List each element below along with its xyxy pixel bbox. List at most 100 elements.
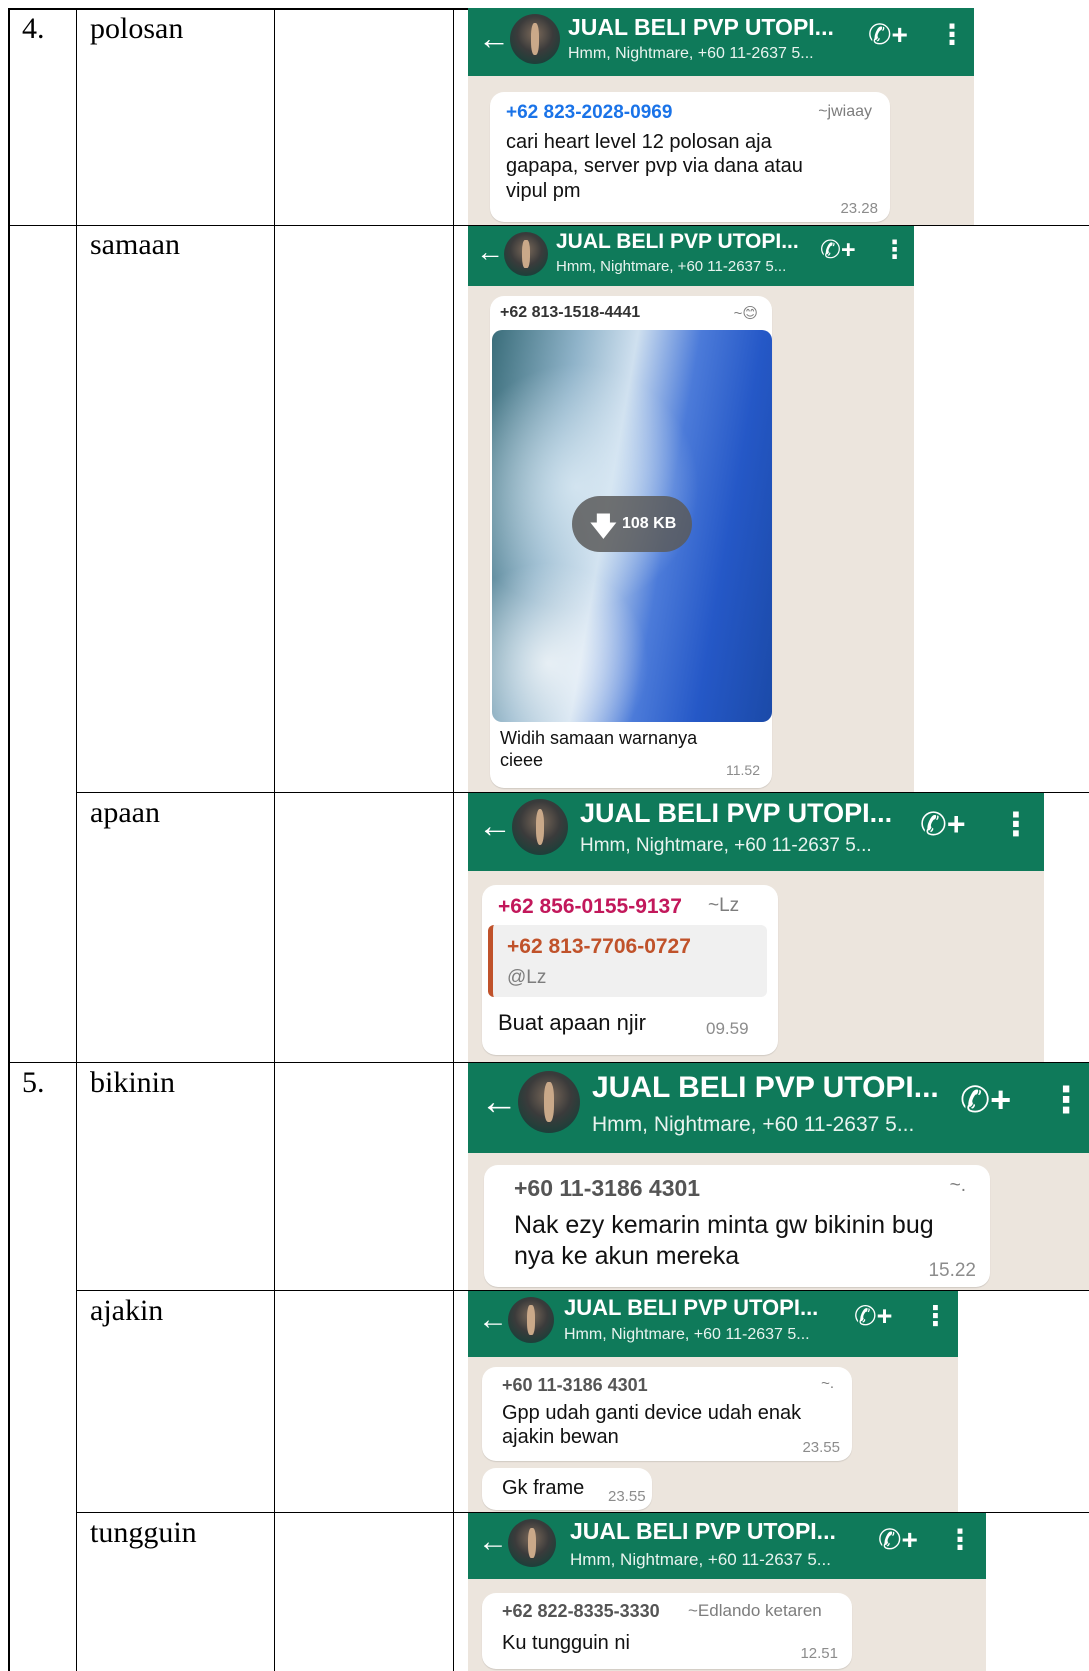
row-number: 4. [22,12,45,45]
message-bubble[interactable]: +62 823-2028-0969 ~jwiaay cari heart lev… [490,92,890,222]
chat-screenshot: ← JUAL BELI PVP UTOPI... Hmm, Nightmare,… [468,793,1044,1062]
chat-screenshot: ← JUAL BELI PVP UTOPI... Hmm, Nightmare,… [468,8,974,225]
arrow-left-icon[interactable]: ← [476,236,504,268]
message-text: Gk frame [502,1477,585,1499]
row-word: samaan [90,228,180,261]
group-title[interactable]: JUAL BELI PVP UTOPI... [568,14,834,41]
message-bubble[interactable]: +62 822-8335-3330 ~Edlando ketaren Ku tu… [482,1593,852,1669]
sender-phone[interactable]: +62 823-2028-0969 [506,102,672,124]
chat-screenshot: ← JUAL BELI PVP UTOPI... Hmm, Nightmare,… [468,1513,1089,1671]
add-call-icon[interactable]: ✆+ [854,1301,892,1332]
group-avatar[interactable] [512,799,568,855]
group-title[interactable]: JUAL BELI PVP UTOPI... [592,1071,939,1105]
sender-alias: ~jwiaay [818,103,872,120]
message-time: 23.55 [608,1488,646,1505]
download-icon: 🡇 [590,511,617,541]
quoted-sender: +62 813-7706-0727 [507,935,691,958]
page-background [986,1513,1089,1671]
download-size: 108 KB [622,515,677,532]
more-vert-icon[interactable]: ⋮ [938,18,966,51]
image-thumbnail[interactable]: 🡇 108 KB [492,330,772,722]
group-avatar[interactable] [504,232,548,276]
table-border [8,8,10,1671]
add-call-icon[interactable]: ✆+ [820,235,856,265]
group-members: Hmm, Nightmare, +60 11-2637 5... [592,1113,915,1136]
sender-alias: ~. [821,1375,834,1392]
group-avatar[interactable] [508,1297,554,1343]
sender-alias: ~. [949,1175,966,1196]
more-vert-icon[interactable]: ⋮ [922,1301,949,1332]
message-time: 09.59 [706,1019,749,1038]
add-call-icon[interactable]: ✆+ [920,805,966,843]
page-background [958,1357,1089,1512]
chat-header: ← JUAL BELI PVP UTOPI... Hmm, Nightmare,… [468,1063,1089,1153]
chat-screenshot: ← JUAL BELI PVP UTOPI... Hmm, Nightmare,… [468,1291,1089,1512]
message-bubble[interactable]: Gk frame 23.55 [482,1468,652,1510]
more-vert-icon[interactable]: ⋮ [1000,805,1032,843]
table-border [274,8,275,1671]
chat-screenshot: ← JUAL BELI PVP UTOPI... Hmm, Nightmare,… [468,1063,1089,1290]
add-call-icon[interactable]: ✆+ [960,1079,1011,1121]
message-time: 11.52 [726,762,760,778]
arrow-left-icon[interactable]: ← [478,20,510,57]
chat-header: ← JUAL BELI PVP UTOPI... Hmm, Nightmare,… [468,226,914,286]
row-word: ajakin [90,1294,164,1327]
group-title[interactable]: JUAL BELI PVP UTOPI... [556,230,799,254]
table-border [453,8,454,1671]
row-number: 5. [22,1066,45,1099]
more-vert-icon[interactable]: ⋮ [946,1523,974,1556]
chat-screenshot: ← JUAL BELI PVP UTOPI... Hmm, Nightmare,… [468,226,914,792]
message-text: Widih samaan warnanya cieee [500,728,698,770]
sender-phone[interactable]: +60 11-3186 4301 [502,1375,648,1396]
sender-alias: ~Edlando ketaren [688,1601,822,1620]
table-border [76,8,77,1671]
message-text: cari heart level 12 polosan aja gapapa, … [506,131,803,202]
message-bubble[interactable]: +62 813-1518-4441 ~😊 🡇 108 KB Widih sama… [490,296,772,788]
message-time: 23.55 [802,1439,840,1456]
page-background [958,1291,1089,1357]
arrow-left-icon[interactable]: ← [478,1303,508,1337]
table-border [8,8,468,10]
group-avatar[interactable] [510,14,560,64]
add-call-icon[interactable]: ✆+ [878,1523,918,1556]
arrow-left-icon[interactable]: ← [478,807,512,846]
message-time: 12.51 [800,1645,838,1662]
group-title[interactable]: JUAL BELI PVP UTOPI... [564,1295,818,1321]
quoted-text: @Lz [507,967,547,988]
sender-phone[interactable]: +62 813-1518-4441 [500,304,640,322]
quoted-message[interactable]: +62 813-7706-0727 @Lz [488,925,767,997]
message-bubble[interactable]: +60 11-3186 4301 ~. Gpp udah ganti devic… [482,1367,852,1461]
add-call-icon[interactable]: ✆+ [868,18,908,51]
message-text: Gpp udah ganti device udah enak ajakin b… [502,1402,802,1449]
sender-alias: ~😊 [733,305,758,322]
arrow-left-icon[interactable]: ← [478,1525,508,1559]
message-text: Ku tungguin ni [502,1632,630,1654]
message-bubble[interactable]: +60 11-3186 4301 ~. Nak ezy kemarin mint… [484,1165,990,1287]
arrow-left-icon[interactable]: ← [480,1081,518,1124]
chat-header: ← JUAL BELI PVP UTOPI... Hmm, Nightmare,… [468,793,1044,871]
row-word: tungguin [90,1516,197,1549]
group-avatar[interactable] [518,1071,580,1133]
message-text: Nak ezy kemarin minta gw bikinin bug nya… [514,1211,934,1270]
group-avatar[interactable] [508,1519,556,1567]
message-time: 23.28 [840,200,878,217]
sender-phone[interactable]: +62 822-8335-3330 [502,1601,660,1622]
sender-phone[interactable]: +60 11-3186 4301 [514,1175,700,1202]
row-word: apaan [90,796,160,829]
group-members: Hmm, Nightmare, +60 11-2637 5... [568,45,814,62]
chat-header: ← JUAL BELI PVP UTOPI... Hmm, Nightmare,… [468,8,974,76]
group-members: Hmm, Nightmare, +60 11-2637 5... [570,1550,831,1569]
download-button[interactable]: 🡇 108 KB [572,496,692,552]
message-time: 15.22 [928,1260,976,1281]
group-members: Hmm, Nightmare, +60 11-2637 5... [564,1326,810,1343]
message-bubble[interactable]: +62 856-0155-9137 ~Lz +62 813-7706-0727 … [482,885,778,1055]
group-title[interactable]: JUAL BELI PVP UTOPI... [570,1518,836,1545]
more-vert-icon[interactable]: ⋮ [1048,1079,1084,1121]
row-word: polosan [90,12,184,45]
message-text: Buat apaan njir [498,1010,646,1035]
sender-phone[interactable]: +62 856-0155-9137 [498,895,682,919]
group-title[interactable]: JUAL BELI PVP UTOPI... [580,798,892,829]
more-vert-icon[interactable]: ⋮ [882,235,907,265]
row-word: bikinin [90,1066,176,1099]
sender-alias: ~Lz [708,895,740,916]
